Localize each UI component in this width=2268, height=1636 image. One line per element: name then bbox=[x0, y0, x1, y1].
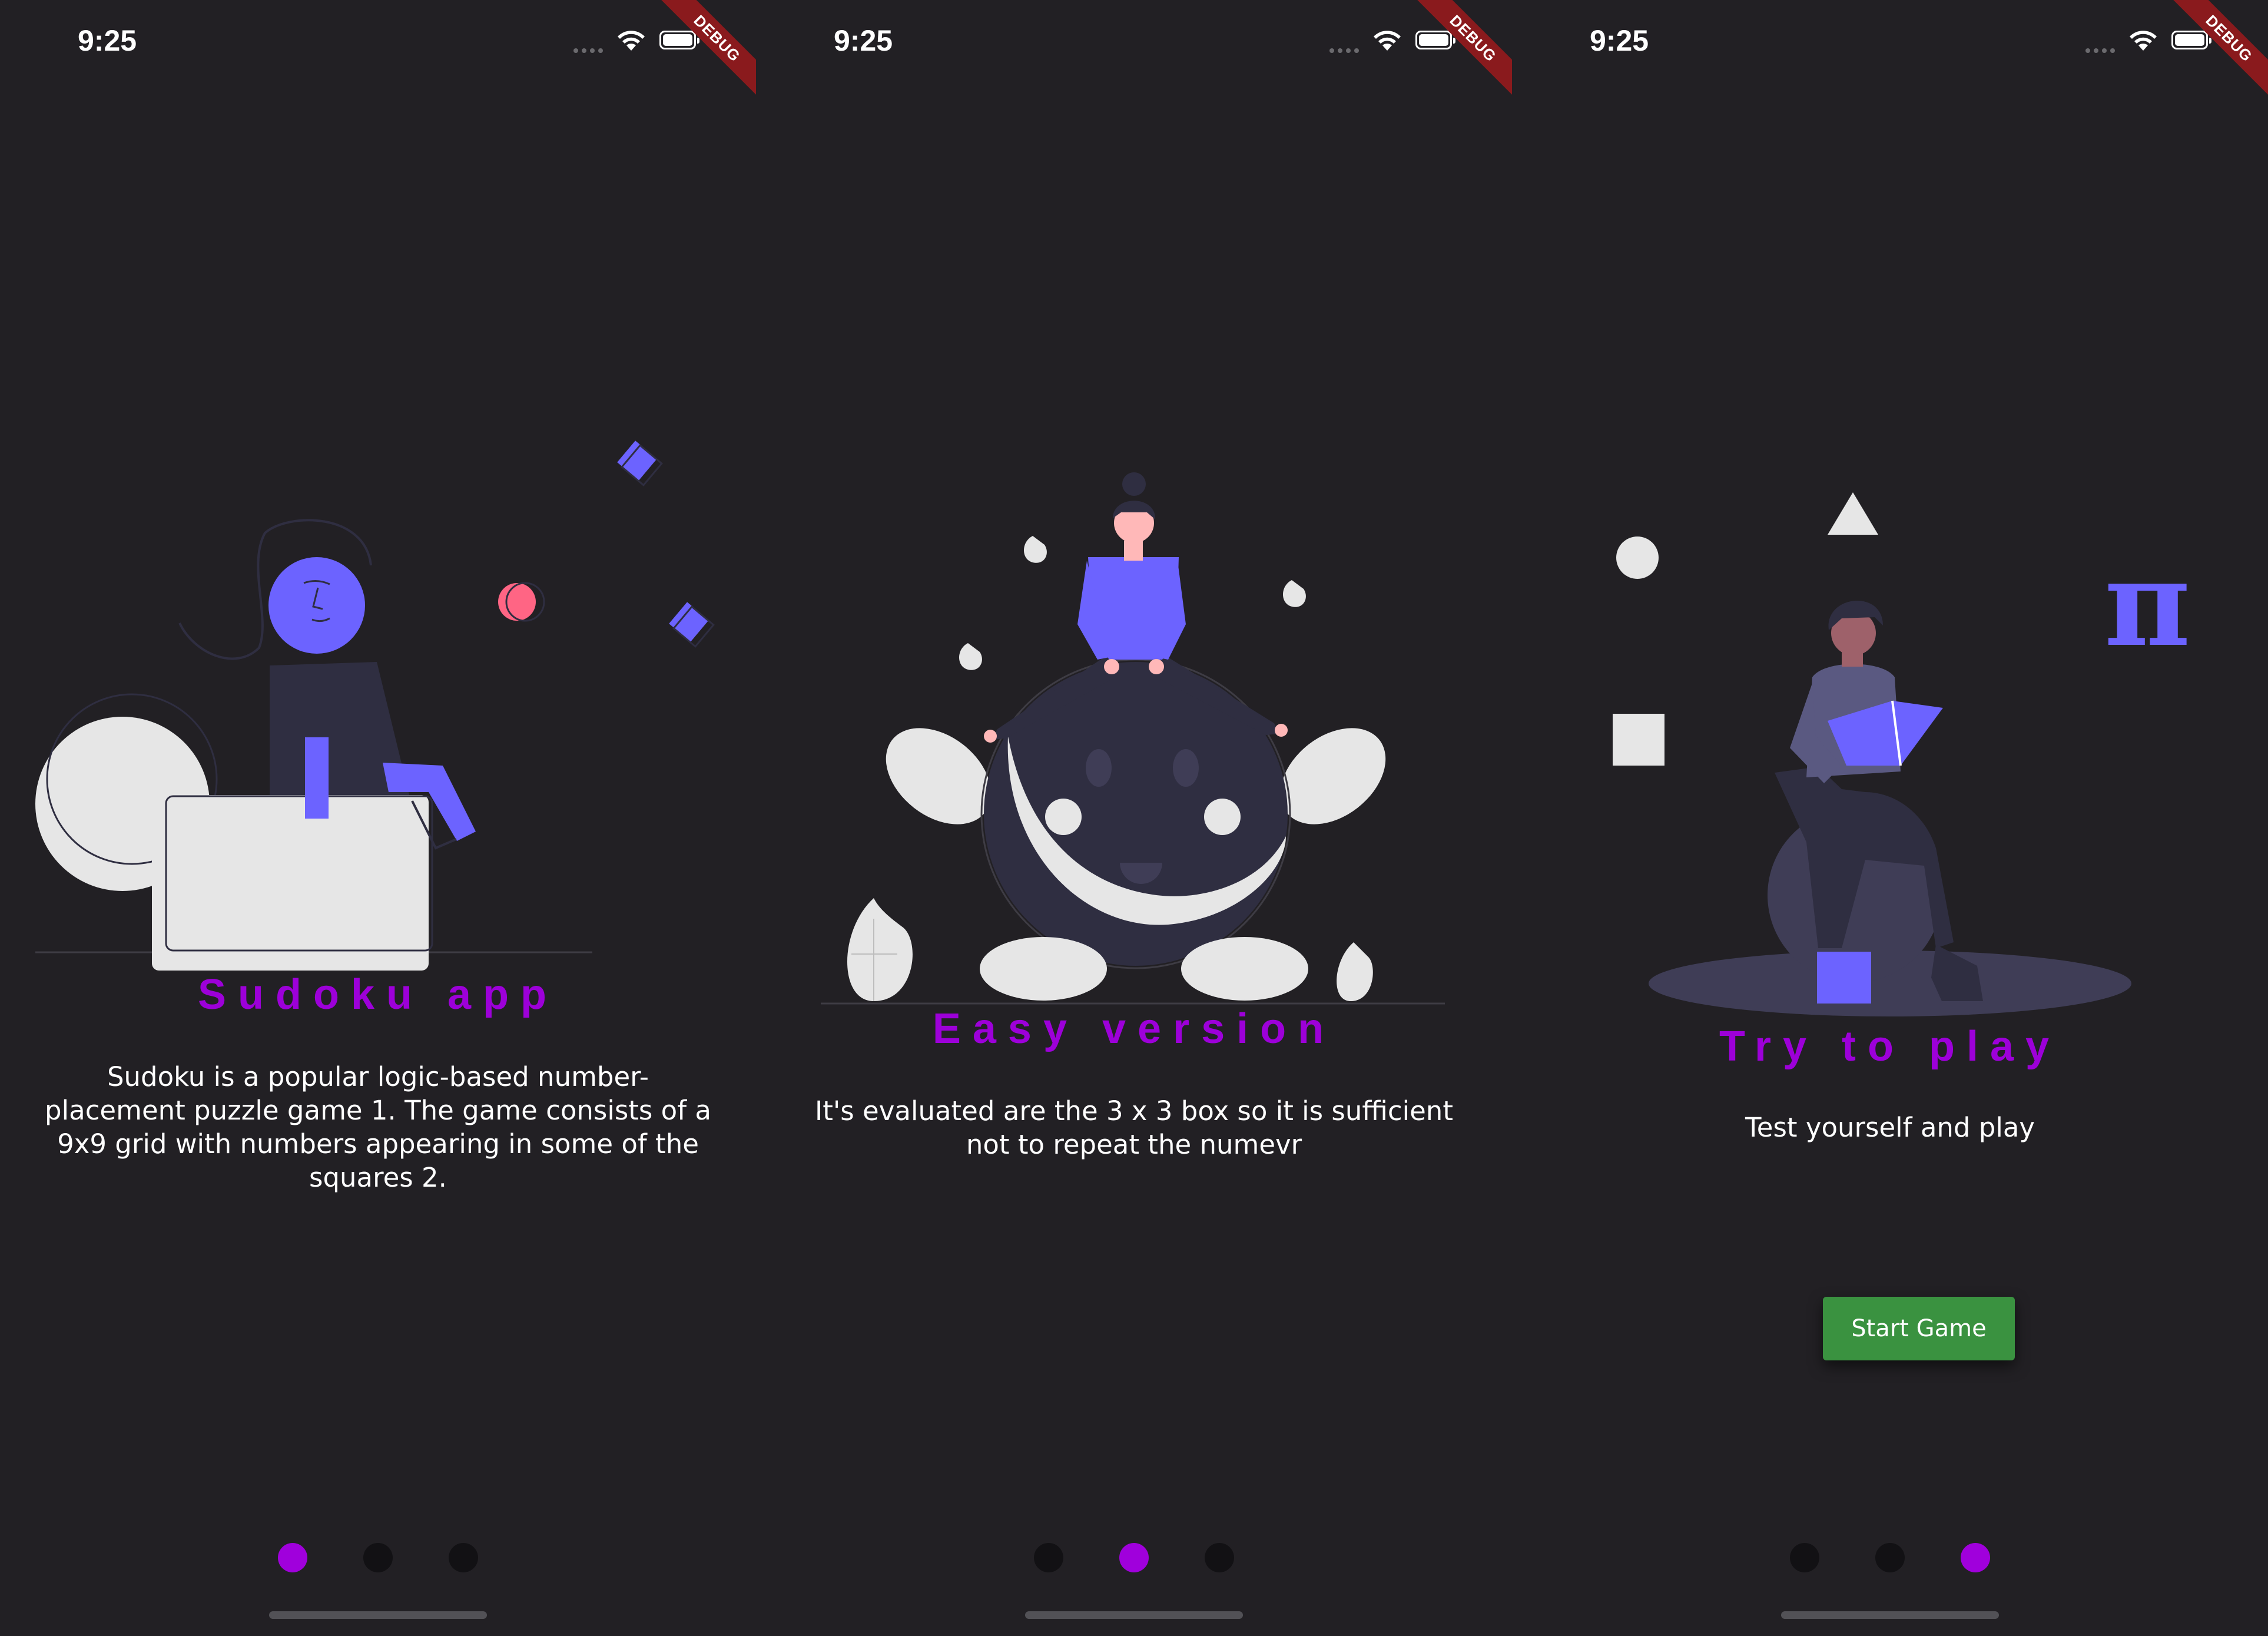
page-indicator bbox=[756, 1543, 1512, 1572]
page-dot-3[interactable] bbox=[1205, 1543, 1234, 1572]
debug-banner: DEBUG bbox=[650, 0, 756, 106]
onboarding-screen-3: 9:25 DEBUG π Try to play Test yourself a… bbox=[1512, 0, 2268, 1636]
slide-title: Easy version bbox=[932, 1005, 1336, 1052]
status-time: 9:25 bbox=[834, 24, 893, 57]
page-dot-1[interactable] bbox=[278, 1543, 307, 1572]
page-indicator bbox=[0, 1543, 756, 1572]
easy-version-illustration bbox=[821, 472, 1445, 1005]
signal-dots-icon bbox=[2085, 48, 2121, 53]
home-indicator bbox=[269, 1611, 487, 1619]
onboarding-screen-2: 9:25 DEBUG Easy version It's evaluated a… bbox=[756, 0, 1512, 1636]
page-dot-3[interactable] bbox=[449, 1543, 478, 1572]
onboarding-screen-1: 9:25 DEBUG Sudoku app Sudoku is a popula… bbox=[0, 0, 756, 1636]
page-dot-1[interactable] bbox=[1034, 1543, 1063, 1572]
page-dot-3[interactable] bbox=[1961, 1543, 1990, 1572]
slide-title: Try to play bbox=[1719, 1023, 2061, 1070]
page-indicator bbox=[1512, 1543, 2268, 1572]
signal-dots-icon bbox=[1329, 48, 1365, 53]
wifi-icon bbox=[2130, 31, 2157, 51]
home-indicator bbox=[1781, 1611, 1999, 1619]
start-game-button[interactable]: Start Game bbox=[1823, 1297, 2015, 1360]
debug-banner: DEBUG bbox=[2162, 0, 2268, 106]
page-dot-2[interactable] bbox=[1119, 1543, 1149, 1572]
status-time: 9:25 bbox=[78, 24, 137, 57]
sudoku-app-illustration bbox=[35, 441, 715, 971]
page-dot-2[interactable] bbox=[1875, 1543, 1905, 1572]
slide-description: It's evaluated are the 3 x 3 box so it i… bbox=[815, 1095, 1453, 1160]
page-dot-1[interactable] bbox=[1790, 1543, 1819, 1572]
slide-title: Sudoku app bbox=[198, 971, 558, 1018]
slide-description: Sudoku is a popular logic-based number-p… bbox=[45, 1061, 711, 1193]
slide-description: Test yourself and play bbox=[1745, 1112, 2035, 1143]
pi-symbol-icon: π bbox=[2104, 535, 2190, 673]
try-to-play-illustration: π bbox=[1613, 492, 2190, 1016]
home-indicator bbox=[1025, 1611, 1243, 1619]
wifi-icon bbox=[1374, 31, 1401, 51]
signal-dots-icon bbox=[573, 48, 609, 53]
wifi-icon bbox=[618, 31, 645, 51]
status-time: 9:25 bbox=[1590, 24, 1649, 57]
page-dot-2[interactable] bbox=[363, 1543, 393, 1572]
debug-banner: DEBUG bbox=[1406, 0, 1512, 106]
